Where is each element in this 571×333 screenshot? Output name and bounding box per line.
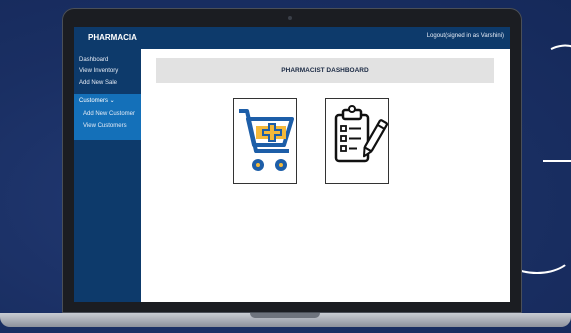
laptop-notch [250, 313, 320, 318]
clipboard-edit-icon [334, 105, 388, 163]
sidebar-item-add-new-sale[interactable]: Add New Sale [79, 80, 117, 86]
view-records-card[interactable] [325, 98, 389, 184]
laptop-screen: PHARMACIA Logout(signed in as Varshini) … [74, 27, 510, 302]
decorative-dash [543, 160, 571, 162]
sidebar: Dashboard View Inventory Add New Sale Cu… [74, 49, 141, 302]
sidebar-item-add-new-customer[interactable]: Add New Customer [83, 111, 135, 117]
webcam [288, 16, 292, 20]
main-content: PHARMACIST DASHBOARD [141, 49, 510, 302]
logout-link[interactable]: Logout(signed in as Varshini) [427, 33, 504, 39]
top-navbar: PHARMACIA Logout(signed in as Varshini) [74, 27, 510, 49]
sidebar-item-view-inventory[interactable]: View Inventory [79, 68, 118, 74]
sidebar-item-dashboard[interactable]: Dashboard [79, 57, 108, 63]
sidebar-item-view-customers[interactable]: View Customers [83, 123, 127, 129]
brand-logo[interactable]: PHARMACIA [88, 33, 137, 42]
sidebar-item-customers[interactable]: Customers ⌄ [79, 97, 115, 104]
new-sale-card[interactable] [233, 98, 297, 184]
shopping-cart-add-icon [239, 109, 294, 171]
page-title: PHARMACIST DASHBOARD [156, 58, 494, 83]
